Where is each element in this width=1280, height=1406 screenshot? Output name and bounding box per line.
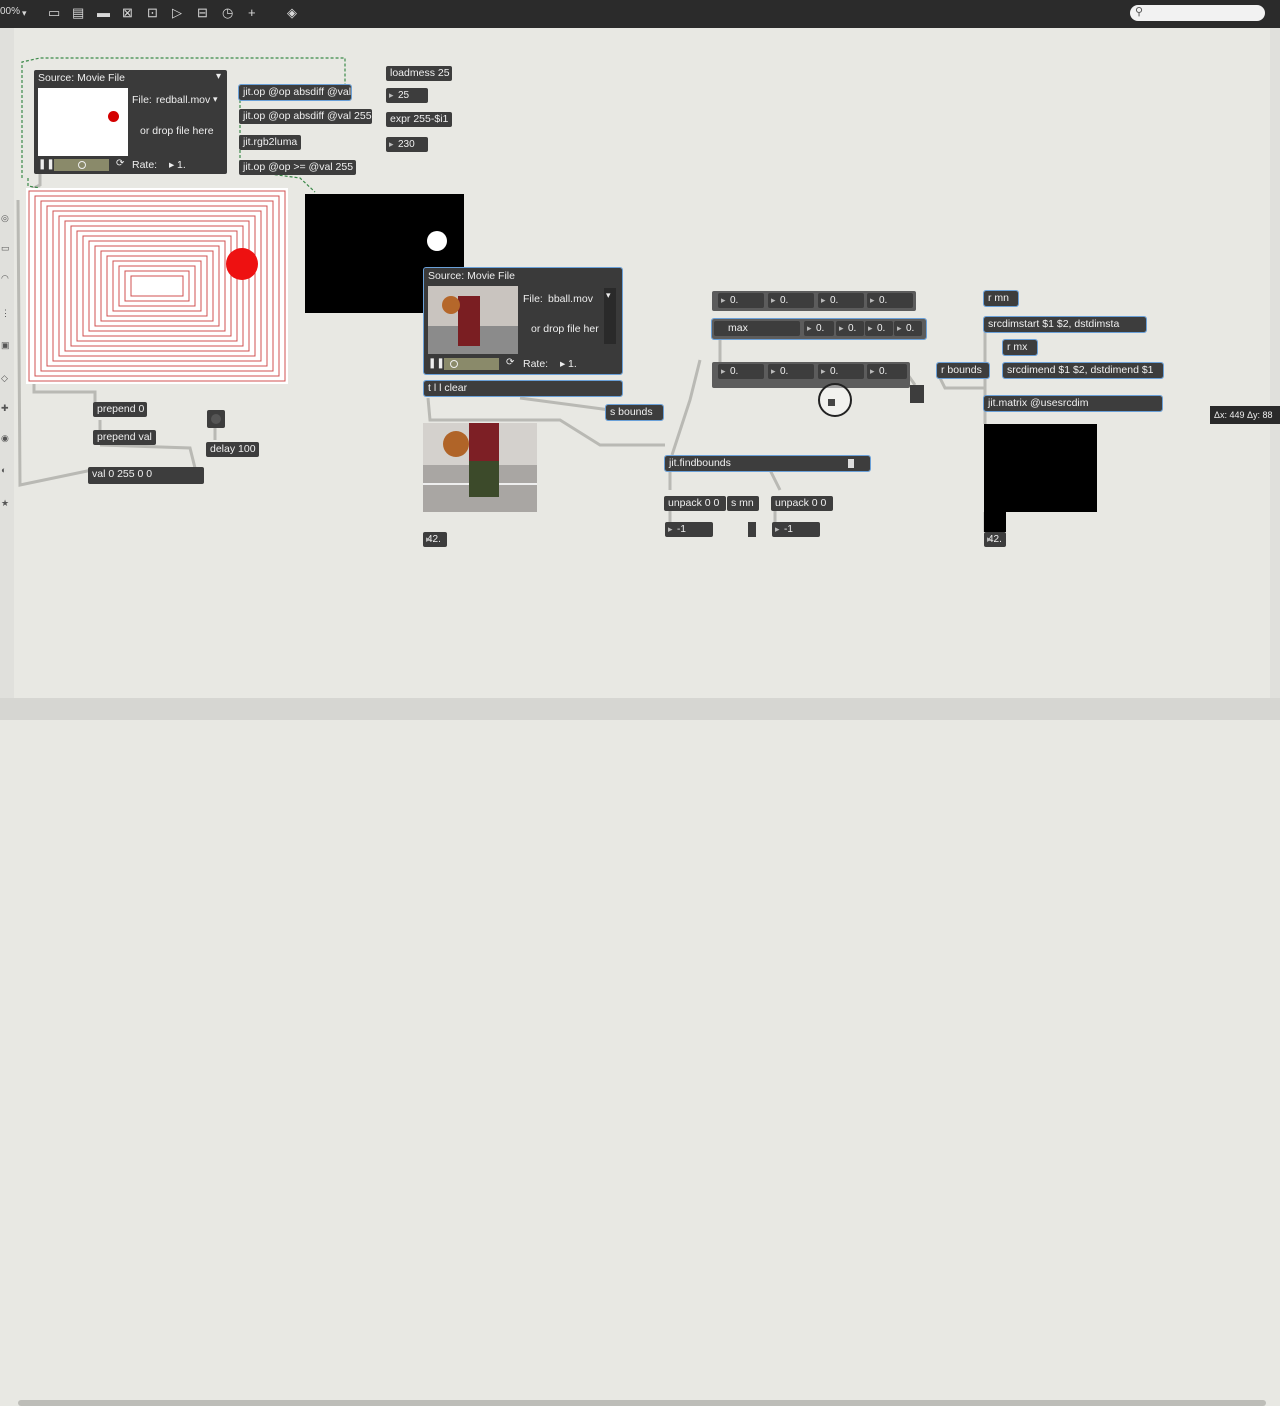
source-dropdown-icon[interactable]: ▾ — [216, 71, 221, 82]
left-drop-text: or drop file here — [140, 125, 214, 137]
loadmess-object[interactable]: loadmess 25 — [386, 66, 452, 81]
output-display — [984, 424, 1097, 512]
bang-button[interactable] — [207, 410, 225, 428]
s-bounds[interactable]: s bounds — [605, 404, 664, 421]
s-mn[interactable]: s mn — [727, 496, 759, 511]
center-file-menu[interactable]: bball.mov — [548, 293, 593, 305]
number-row2-2[interactable]: 0. — [768, 364, 814, 379]
number-row1-3[interactable]: 0. — [818, 293, 864, 308]
red-ball-thumb — [108, 111, 119, 122]
value-42-right[interactable]: 42. — [984, 532, 1006, 547]
left-rate-label: Rate: — [132, 159, 158, 171]
unpack-2[interactable]: unpack 0 0 — [771, 496, 833, 511]
center-video-display — [423, 423, 537, 512]
video-basketball — [443, 431, 469, 457]
center-rate-label: Rate: — [523, 358, 549, 370]
loop-icon[interactable]: ⟳ — [116, 158, 124, 172]
unpack-1[interactable]: unpack 0 0 — [664, 496, 726, 511]
srcdimstart-message[interactable]: srcdimstart $1 $2, dstdimsta — [983, 316, 1147, 333]
small-outlet-box[interactable] — [910, 385, 924, 403]
jit-op-gte[interactable]: jit.op @op >= @val 255 — [239, 160, 356, 175]
jit-matrix[interactable]: jit.matrix @usesrcdim — [983, 395, 1163, 412]
file-dropdown-icon[interactable]: ▾ — [213, 94, 218, 105]
number-row1-4[interactable]: 0. — [867, 293, 913, 308]
jit-findbounds[interactable]: jit.findbounds — [664, 455, 871, 472]
number-neg1-a[interactable]: -1 — [665, 522, 713, 537]
pause-icon[interactable]: ❚❚ — [38, 159, 55, 173]
center-file-dropdown[interactable]: ▾ — [604, 288, 616, 344]
max-number-1[interactable]: 0. — [804, 321, 834, 336]
concentric-display — [26, 188, 288, 384]
r-mn[interactable]: r mn — [983, 290, 1019, 307]
number-row1-1[interactable]: 0. — [718, 293, 764, 308]
max-object[interactable]: max — [714, 321, 800, 336]
player-figure — [458, 296, 480, 346]
center-scrubber[interactable] — [444, 358, 499, 370]
number-25[interactable]: 25 — [386, 88, 428, 103]
left-file-menu[interactable]: redball.mov — [156, 94, 210, 106]
center-file-dropdown-icon[interactable]: ▾ — [606, 290, 611, 301]
white-ball — [427, 231, 447, 251]
left-movie-player[interactable]: Source: Movie File ▾ File: redball.mov ▾… — [34, 70, 227, 174]
val-message[interactable]: val 0 255 0 0 — [88, 467, 204, 484]
left-movie-title: Source: Movie File — [38, 72, 125, 84]
center-movie-player[interactable]: Source: Movie File File: bball.mov ▾ or … — [423, 267, 623, 375]
number-row2-3[interactable]: 0. — [818, 364, 864, 379]
r-bounds[interactable]: r bounds — [936, 362, 990, 379]
cord-5 — [99, 443, 197, 469]
red-ball — [226, 248, 258, 280]
value-42-left[interactable]: 42. — [423, 532, 447, 547]
center-rate-arrow-icon: ▸ — [560, 358, 566, 370]
left-movie-thumbnail — [38, 88, 128, 156]
mouse-cursor — [818, 383, 852, 417]
left-file-label: File: — [132, 94, 152, 106]
center-movie-title: Source: Movie File — [428, 270, 515, 282]
srcdimend-message[interactable]: srcdimend $1 $2, dstdimend $1 — [1002, 362, 1164, 379]
number-row2-4[interactable]: 0. — [867, 364, 907, 379]
cord-11 — [768, 469, 782, 491]
max-number-4[interactable]: 0. — [894, 321, 922, 336]
jit-rgb2luma[interactable]: jit.rgb2luma — [239, 135, 301, 150]
center-rate-value[interactable]: 1. — [568, 358, 577, 370]
number-230[interactable]: 230 — [386, 137, 428, 152]
max-number-2[interactable]: 0. — [836, 321, 864, 336]
cord-16 — [938, 377, 985, 390]
center-movie-thumbnail — [428, 286, 518, 354]
left-scrubber[interactable] — [54, 159, 109, 171]
delay-100[interactable]: delay 100 — [206, 442, 259, 457]
video-player-shorts — [469, 461, 499, 497]
basketball-thumb — [442, 296, 460, 314]
max-number-3[interactable]: 0. — [865, 321, 893, 336]
concentric-rects — [28, 190, 286, 382]
center-scrubber-knob[interactable] — [450, 360, 458, 368]
drag-delta-hud: Δx: 449 Δy: 88 — [1210, 406, 1280, 424]
jit-op-absdiff-255[interactable]: jit.op @op absdiff @val 255 — [239, 109, 372, 124]
center-pause-icon[interactable]: ❚❚ — [428, 358, 445, 372]
center-file-label: File: — [523, 293, 543, 305]
number-row2-1[interactable]: 0. — [718, 364, 764, 379]
scrubber-knob[interactable] — [78, 161, 86, 169]
left-rate-arrow-icon: ▸ — [169, 159, 175, 171]
prepend-val[interactable]: prepend val — [93, 430, 156, 445]
number-row1-2[interactable]: 0. — [768, 293, 814, 308]
expr-object[interactable]: expr 255-$i1 — [386, 112, 452, 127]
t-l-l-clear[interactable]: t l l clear — [423, 380, 623, 397]
bottom-bar — [0, 698, 1280, 1406]
center-loop-icon[interactable]: ⟳ — [506, 357, 514, 371]
left-rate-value[interactable]: 1. — [177, 159, 186, 171]
number-neg1-b[interactable]: -1 — [772, 522, 820, 537]
prepend-0[interactable]: prepend 0 — [93, 402, 147, 417]
jit-op-absdiff[interactable]: jit.op @op absdiff @val — [238, 84, 352, 101]
cord-9 — [670, 359, 702, 456]
r-mx[interactable]: r mx — [1002, 339, 1038, 356]
video-player-shirt — [469, 423, 499, 463]
cord-8 — [519, 396, 611, 412]
horizontal-scrollbar[interactable] — [18, 1400, 1266, 1406]
center-drop-text: or drop file her — [531, 323, 599, 335]
